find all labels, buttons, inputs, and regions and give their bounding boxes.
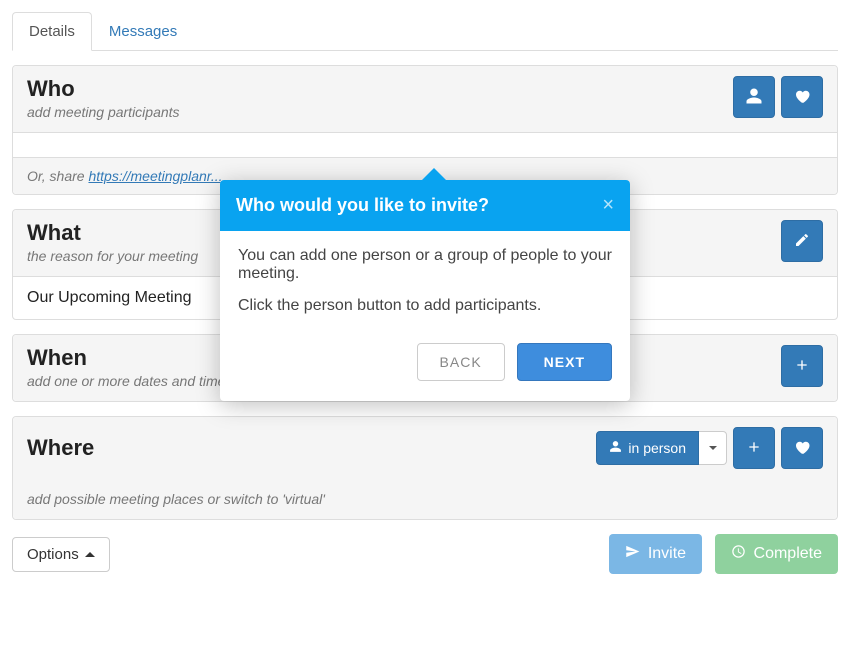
popover-back-button[interactable]: BACK bbox=[417, 343, 505, 381]
paper-plane-icon bbox=[625, 544, 640, 564]
where-subtitle: add possible meeting places or switch to… bbox=[27, 491, 823, 507]
person-icon bbox=[745, 87, 763, 108]
complete-button[interactable]: Complete bbox=[715, 534, 838, 574]
who-title: Who bbox=[27, 76, 180, 102]
add-time-button[interactable] bbox=[781, 345, 823, 387]
tab-details[interactable]: Details bbox=[12, 12, 92, 51]
heart-icon bbox=[793, 438, 811, 459]
popover-text-1: You can add one person or a group of peo… bbox=[238, 247, 612, 283]
popover-next-button[interactable]: NEXT bbox=[517, 343, 612, 381]
plus-icon bbox=[746, 439, 762, 458]
share-link[interactable]: https://meetingplanr... bbox=[88, 168, 222, 184]
tab-messages[interactable]: Messages bbox=[92, 12, 194, 51]
add-place-button[interactable] bbox=[733, 427, 775, 469]
who-body bbox=[13, 133, 837, 157]
who-subtitle: add meeting participants bbox=[27, 104, 180, 120]
plus-icon bbox=[794, 357, 810, 376]
popover-arrow bbox=[420, 168, 448, 182]
popover-text-2: Click the person button to add participa… bbox=[238, 297, 612, 315]
person-icon bbox=[609, 440, 622, 456]
in-person-caret-button[interactable] bbox=[699, 431, 727, 465]
popover-title: Who would you like to invite? bbox=[236, 195, 489, 216]
what-title: What bbox=[27, 220, 198, 246]
where-title: Where bbox=[27, 435, 94, 461]
close-icon: × bbox=[602, 194, 614, 216]
chevron-down-icon bbox=[709, 446, 717, 450]
options-button[interactable]: Options bbox=[12, 537, 110, 572]
tour-popover: Who would you like to invite? × You can … bbox=[220, 180, 630, 401]
in-person-dropdown: in person bbox=[596, 431, 727, 465]
popover-body: You can add one person or a group of peo… bbox=[220, 231, 630, 335]
complete-label: Complete bbox=[754, 545, 822, 563]
invite-button[interactable]: Invite bbox=[609, 534, 702, 574]
in-person-label: in person bbox=[628, 440, 686, 456]
pencil-icon bbox=[794, 232, 810, 251]
invite-label: Invite bbox=[648, 545, 686, 563]
options-label: Options bbox=[27, 546, 79, 563]
share-prefix: Or, share bbox=[27, 168, 88, 184]
tabs: Details Messages bbox=[12, 12, 838, 51]
footer: Options Invite Complete bbox=[12, 534, 838, 574]
favorite-places-button[interactable] bbox=[781, 427, 823, 469]
clock-icon bbox=[731, 544, 746, 564]
what-subtitle: the reason for your meeting bbox=[27, 248, 198, 264]
popover-close-button[interactable]: × bbox=[602, 194, 614, 217]
add-participant-button[interactable] bbox=[733, 76, 775, 118]
in-person-button[interactable]: in person bbox=[596, 431, 699, 465]
caret-up-icon bbox=[85, 552, 95, 557]
heart-icon bbox=[793, 87, 811, 108]
panel-where: Where in person bbox=[12, 416, 838, 520]
edit-subject-button[interactable] bbox=[781, 220, 823, 262]
favorite-participants-button[interactable] bbox=[781, 76, 823, 118]
